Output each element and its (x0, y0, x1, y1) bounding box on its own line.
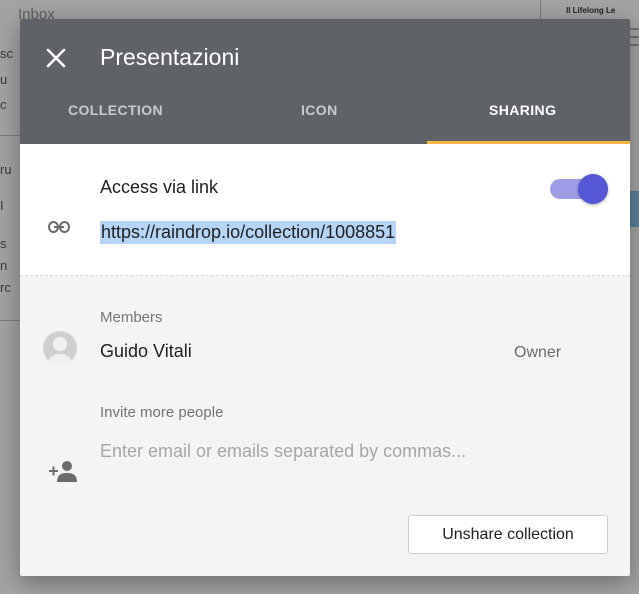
bg-right-fragment: Il Lifelong Le (566, 6, 616, 15)
members-label: Members (100, 309, 163, 326)
bg-left-fragment: s (0, 236, 7, 251)
tab-sharing[interactable]: SHARING (489, 102, 556, 118)
unshare-collection-button[interactable]: Unshare collection (408, 515, 608, 554)
bg-divider (540, 0, 541, 19)
collection-dialog: Presentazioni COLLECTION ICON SHARING Ac… (20, 19, 630, 576)
tab-icon[interactable]: ICON (301, 102, 338, 118)
bg-left-fragment: ru (0, 162, 12, 177)
member-role: Owner (514, 344, 562, 361)
link-sharing-section: Access via link https://raindrop.io/coll… (20, 144, 630, 276)
bg-menu-line (630, 28, 639, 30)
bg-divider (0, 320, 20, 321)
close-button[interactable] (43, 45, 69, 71)
link-access-toggle[interactable] (550, 173, 610, 204)
member-name: Guido Vitali (100, 341, 192, 361)
tab-collection[interactable]: COLLECTION (68, 102, 163, 118)
share-link-url[interactable]: https://raindrop.io/collection/1008851 (100, 221, 397, 244)
bg-left-fragment: rc (0, 280, 11, 295)
close-icon (46, 48, 66, 68)
link-icon (48, 221, 70, 233)
dialog-title: Presentazioni (100, 44, 240, 70)
bg-left-fragment: n (0, 258, 8, 273)
bg-menu-line (630, 44, 639, 46)
bg-divider (0, 135, 20, 136)
dialog-header: Presentazioni COLLECTION ICON SHARING (20, 19, 630, 144)
bg-left-fragment: u (0, 72, 8, 87)
avatar-icon (43, 331, 77, 365)
bg-left-fragment: sc (0, 46, 13, 61)
bg-menu-line (630, 36, 639, 38)
user-silhouette-icon (48, 337, 72, 365)
invite-email-input[interactable] (100, 437, 590, 465)
bg-blue-block (630, 191, 639, 227)
bg-left-fragment: I (0, 198, 4, 213)
invite-label: Invite more people (100, 404, 224, 421)
toggle-knob (578, 174, 608, 204)
access-via-link-label: Access via link (100, 177, 219, 197)
bg-left-fragment: c (0, 97, 7, 112)
add-person-icon (49, 461, 77, 482)
